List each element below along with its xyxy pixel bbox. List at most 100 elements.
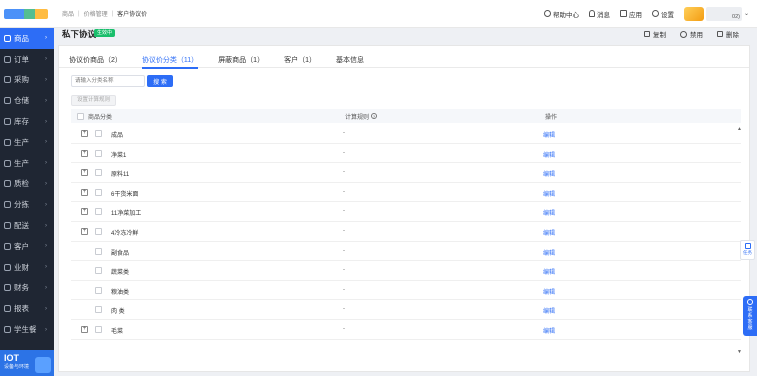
tab[interactable]: 协议价分类（11） [141,46,199,69]
sidebar-item[interactable]: 分拣 › [0,194,54,215]
scroll-down-icon[interactable]: ▼ [737,349,742,355]
expand-icon[interactable]: + [81,325,88,333]
copy-button[interactable]: 复制 [644,29,666,39]
sidebar-item[interactable]: 采购 › [0,70,54,91]
apps-icon [619,10,627,17]
question-icon[interactable]: ? [371,113,378,119]
status-badge: 生效中 [94,29,116,37]
apps-button[interactable]: 应用 [619,9,642,19]
row-checkbox[interactable] [95,286,102,294]
edit-link[interactable]: 编辑 [543,208,555,217]
sidebar: 商品 › 订单 › 采购 › 仓储 › 库存 › 生产 › 生产 › 质检 › 分拣 › 配送 › 客户 › 业财 › 财务 › 报… [0,0,54,376]
ban-icon [680,30,687,38]
row-checkbox[interactable] [95,227,102,235]
main-card: 协议价商品（2） 协议价分类（11） 屏蔽商品（1） 客户（1） 基本信息 搜 索 设置… [58,45,750,372]
iot-banner[interactable]: IOT 设备与环境 [0,350,54,376]
messages-button[interactable]: 消息 [588,9,610,19]
expand-icon[interactable]: + [81,169,88,177]
sidebar-item[interactable]: 库存 › [0,111,54,132]
set-rule-button[interactable]: 设置计算规则 [71,95,117,106]
menu-icon [4,263,11,271]
edit-link[interactable]: 编辑 [543,267,555,276]
sidebar-item-label: 生产 [14,158,29,168]
row-checkbox[interactable] [95,169,102,177]
settings-button[interactable]: 设置 [651,9,674,19]
sidebar-item[interactable]: 客户 › [0,236,54,257]
row-checkbox[interactable] [95,149,102,157]
sidebar-item[interactable]: 仓储 › [0,90,54,111]
copy-label: 复制 [653,32,666,39]
rule-value: - [343,169,345,176]
row-checkbox[interactable] [95,188,102,196]
edit-link[interactable]: 编辑 [543,248,555,257]
breadcrumb-item[interactable]: 价格管理 [84,9,108,18]
row-checkbox[interactable] [95,130,102,137]
tab[interactable]: 屏蔽商品（1） [218,46,264,68]
edit-link[interactable]: 编辑 [543,150,555,159]
chevron-right-icon: › [45,180,47,187]
edit-link[interactable]: 编辑 [543,306,555,315]
scroll-up-icon[interactable]: ▲ [737,126,742,132]
tab[interactable]: 基本信息 [336,46,364,68]
category-name: 原料11 [111,172,130,179]
expand-icon[interactable]: + [81,188,88,196]
chevron-down-icon: ⌄ [743,11,749,17]
sidebar-item[interactable]: 商品 › [0,28,54,49]
sidebar-item[interactable]: 学生餐 › [0,319,54,340]
menu-icon [4,97,11,105]
expand-icon[interactable]: + [81,149,88,157]
category-name: 净菜1 [111,152,127,159]
page-actions: 复制 禁用 删除 [644,29,739,39]
row-checkbox[interactable] [95,325,102,333]
edit-link[interactable]: 编辑 [543,169,555,178]
sidebar-item[interactable]: 财务 › [0,278,54,299]
edit-link[interactable]: 编辑 [543,287,555,296]
breadcrumb-item[interactable]: 商品 [62,9,74,18]
row-checkbox[interactable] [95,267,102,275]
tab[interactable]: 客户（1） [284,46,316,68]
sidebar-item[interactable]: 报表 › [0,298,54,319]
table-row: + 成品 - 编辑 [71,124,741,144]
sidebar-item[interactable]: 配送 › [0,215,54,236]
chevron-right-icon: › [45,160,47,167]
help-label: 帮助中心 [552,11,579,19]
sidebar-item[interactable]: 业财 › [0,257,54,278]
header-rule: 计算规则 ? [345,112,378,121]
search-input[interactable] [71,75,145,87]
sidebar-item[interactable]: 质检 › [0,174,54,195]
row-checkbox[interactable] [95,306,102,314]
sidebar-item[interactable]: 生产 › [0,153,54,174]
table-row: 肉 类 - 编辑 [71,300,741,320]
menu-icon [4,305,11,313]
row-checkbox[interactable] [95,208,102,216]
select-all-checkbox[interactable] [77,112,84,120]
user-menu[interactable]: 02) ⌄ [683,6,749,21]
edit-link[interactable]: 编辑 [543,130,555,139]
disable-button[interactable]: 禁用 [680,29,703,39]
table-row: + 净菜1 - 编辑 [71,144,741,164]
row-checkbox[interactable] [95,247,102,255]
expand-icon[interactable]: + [81,130,88,137]
rule-value: - [343,130,345,136]
delete-button[interactable]: 删除 [717,29,739,39]
sidebar-item[interactable]: 生产 › [0,132,54,153]
sidebar-item-label: 学生餐 [14,325,37,335]
help-center-button[interactable]: 帮助中心 [543,9,579,19]
sidebar-item[interactable]: 订单 › [0,49,54,70]
logo[interactable] [0,0,54,28]
task-float-button[interactable]: 任务 [740,240,755,260]
tab[interactable]: 协议价商品（2） [69,46,122,68]
chevron-right-icon: › [45,35,47,42]
chevron-right-icon: › [45,264,47,271]
search-button[interactable]: 搜 索 [147,75,173,87]
menu-icon [4,284,11,292]
edit-link[interactable]: 编辑 [543,228,555,237]
menu-icon [4,34,11,42]
edit-link[interactable]: 编辑 [543,326,555,335]
edit-link[interactable]: 编辑 [543,189,555,198]
contact-service-button[interactable]: 联 系 客 服 [743,296,757,336]
apps-label: 应用 [628,11,642,19]
expand-icon[interactable]: + [81,227,88,235]
sidebar-menu: 商品 › 订单 › 采购 › 仓储 › 库存 › 生产 › 生产 › 质检 › 分拣 › 配送 › 客户 › 业财 › 财务 › 报… [0,28,54,340]
expand-icon[interactable]: + [81,208,88,216]
